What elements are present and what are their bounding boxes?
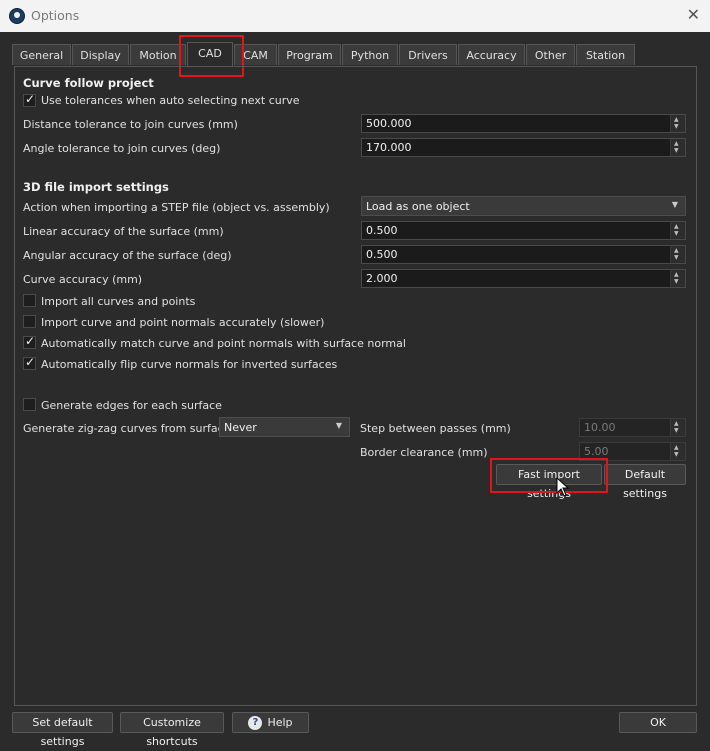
spin-arrows-icon[interactable]: ▲ ▼ (670, 115, 685, 132)
help-icon: ? (248, 716, 263, 730)
border-clearance-value: 5.00 (584, 445, 609, 458)
auto-match-label: Automatically match curve and point norm… (41, 337, 406, 350)
auto-flip-checkbox[interactable]: ✓ (23, 355, 36, 370)
distance-tolerance-value: 500.000 (366, 117, 412, 130)
tab-python[interactable]: Python (342, 44, 398, 65)
curve-accuracy-label: Curve accuracy (mm) (23, 273, 143, 286)
distance-tolerance-label: Distance tolerance to join curves (mm) (23, 118, 238, 131)
import-3d-heading: 3D file import settings (23, 180, 169, 194)
step-passes-label: Step between passes (mm) (360, 422, 511, 435)
use-tolerances-checkbox[interactable]: ✓ (23, 92, 36, 107)
step-action-label: Action when importing a STEP file (objec… (23, 201, 330, 214)
auto-match-checkbox[interactable]: ✓ (23, 334, 36, 349)
cad-settings-panel (14, 66, 697, 706)
close-icon[interactable]: ✕ (687, 5, 700, 24)
import-all-checkbox[interactable] (23, 294, 36, 307)
spin-arrows-icon[interactable]: ▲ ▼ (670, 270, 685, 287)
angular-accuracy-input[interactable]: 0.500 ▲ ▼ (361, 245, 686, 264)
linear-accuracy-input[interactable]: 0.500 ▲ ▼ (361, 221, 686, 240)
tab-motion[interactable]: Motion (130, 44, 186, 65)
spin-arrows-icon[interactable]: ▲ ▼ (670, 222, 685, 239)
angle-tolerance-input[interactable]: 170.000 ▲ ▼ (361, 138, 686, 157)
checkmark-icon: ✓ (25, 334, 36, 348)
auto-flip-label: Automatically flip curve normals for inv… (41, 358, 338, 371)
window-title: Options (31, 8, 80, 23)
help-label: Help (267, 716, 293, 729)
curve-accuracy-value: 2.000 (366, 272, 398, 285)
tab-other[interactable]: Other (526, 44, 575, 65)
angular-accuracy-label: Angular accuracy of the surface (deg) (23, 249, 232, 262)
chevron-down-icon: ▼ (671, 200, 678, 209)
help-button[interactable]: ? Help (232, 712, 309, 733)
angle-tolerance-value: 170.000 (366, 141, 412, 154)
tab-drivers[interactable]: Drivers (399, 44, 457, 65)
fast-import-highlight (490, 458, 608, 493)
spin-arrows-icon[interactable]: ▲ ▼ (670, 419, 685, 436)
tab-station[interactable]: Station (576, 44, 635, 65)
zigzag-select[interactable]: Never ▼ (219, 417, 350, 437)
spin-arrows-icon[interactable]: ▲ ▼ (670, 246, 685, 263)
import-all-label: Import all curves and points (41, 295, 196, 308)
tab-general[interactable]: General (12, 44, 71, 65)
set-default-settings-button[interactable]: Set default settings (12, 712, 113, 748)
generate-edges-label: Generate edges for each surface (41, 399, 222, 412)
curve-follow-heading: Curve follow project (23, 76, 154, 90)
step-action-value: Load as one object (366, 200, 470, 213)
angular-accuracy-value: 0.500 (366, 248, 398, 261)
distance-tolerance-input[interactable]: 500.000 ▲ ▼ (361, 114, 686, 133)
generate-edges-checkbox[interactable] (23, 398, 36, 411)
linear-accuracy-value: 0.500 (366, 224, 398, 237)
app-logo-icon (9, 8, 25, 24)
chevron-down-icon: ▼ (335, 421, 342, 430)
border-clearance-label: Border clearance (mm) (360, 446, 488, 459)
step-passes-value: 10.00 (584, 421, 616, 434)
import-normals-checkbox[interactable] (23, 315, 36, 328)
spin-arrows-icon[interactable]: ▲ ▼ (670, 139, 685, 156)
ok-button[interactable]: OK (619, 712, 697, 733)
tab-accuracy[interactable]: Accuracy (458, 44, 525, 65)
checkmark-icon: ✓ (25, 355, 36, 369)
curve-accuracy-input[interactable]: 2.000 ▲ ▼ (361, 269, 686, 288)
step-passes-input[interactable]: 10.00 ▲ ▼ (579, 418, 686, 437)
step-action-select[interactable]: Load as one object ▼ (361, 196, 686, 216)
use-tolerances-label: Use tolerances when auto selecting next … (41, 94, 300, 107)
default-settings-button[interactable]: Default settings (604, 464, 686, 500)
checkmark-icon: ✓ (25, 92, 36, 106)
mouse-cursor-icon (556, 477, 570, 497)
customize-shortcuts-button[interactable]: Customize shortcuts (120, 712, 224, 748)
angle-tolerance-label: Angle tolerance to join curves (deg) (23, 142, 221, 155)
linear-accuracy-label: Linear accuracy of the surface (mm) (23, 225, 224, 238)
spin-arrows-icon[interactable]: ▲ ▼ (670, 443, 685, 460)
tab-program[interactable]: Program (278, 44, 341, 65)
title-bar: Options ✕ (0, 0, 710, 32)
zigzag-label: Generate zig-zag curves from surfaces (23, 422, 237, 435)
import-normals-label: Import curve and point normals accuratel… (41, 316, 325, 329)
zigzag-value: Never (224, 421, 257, 434)
tab-display[interactable]: Display (72, 44, 129, 65)
